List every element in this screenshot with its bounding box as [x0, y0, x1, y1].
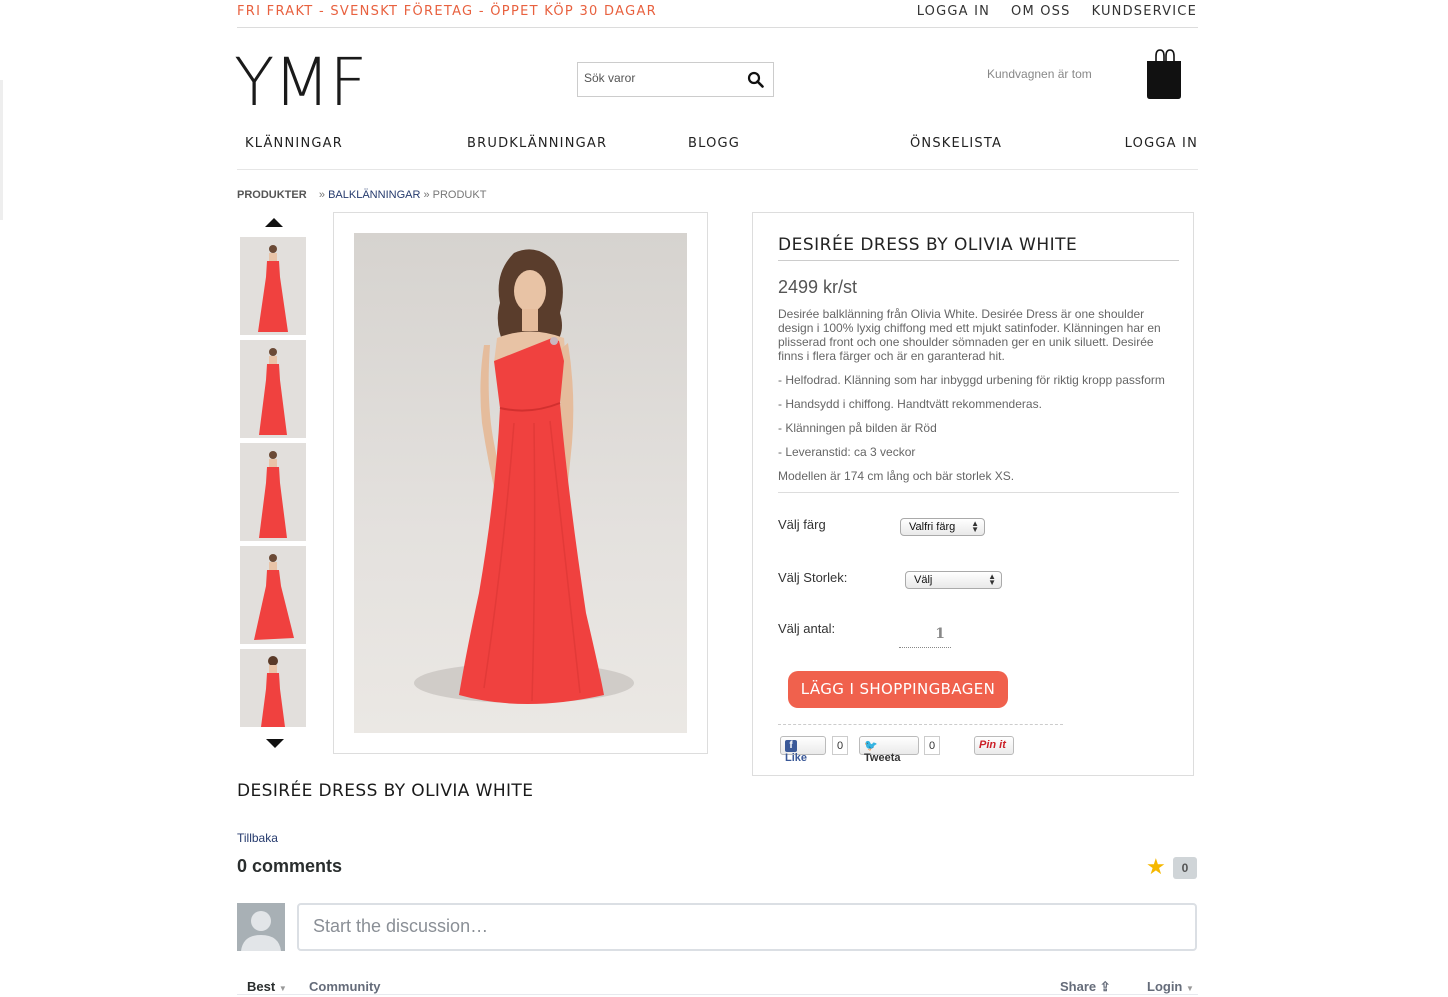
top-divider	[237, 27, 1198, 28]
product-detail: Modellen är 174 cm lång och bär storlek …	[778, 469, 1015, 483]
sort-best-label: Best	[247, 979, 276, 994]
chevron-down-icon: ▼	[1186, 984, 1194, 993]
breadcrumb-category[interactable]: BALKLÄNNINGAR	[328, 189, 420, 201]
color-select[interactable]: Valfri färg ▲ ▼	[900, 518, 985, 536]
top-link-customer-service[interactable]: KUNDSERVICE	[1092, 4, 1197, 19]
search-box	[577, 62, 774, 97]
product-description: Desirée balklänning från Olivia White. D…	[778, 307, 1161, 363]
recommend-count: 0	[1173, 857, 1197, 879]
login-label: Login	[1147, 979, 1183, 994]
main-nav: KLÄNNINGAR BRUDKLÄNNINGAR BLOGG ÖNSKELIS…	[237, 136, 1198, 156]
nav-item-wishlist[interactable]: ÖNSKELISTA	[910, 136, 1002, 151]
share-icon: ⇪	[1099, 979, 1111, 994]
top-links: LOGGA IN OM OSS KUNDSERVICE	[917, 4, 1197, 19]
product-main-image[interactable]	[354, 233, 687, 733]
dress-thumbnail-image	[259, 348, 287, 435]
thumbnail-3[interactable]	[240, 443, 306, 541]
title-divider	[778, 260, 1179, 261]
chevron-down-icon: ▼	[278, 984, 287, 993]
product-detail: - Klänningen på bilden är Röd	[778, 421, 937, 435]
thumbnail-down-arrow-icon[interactable]	[266, 739, 284, 748]
social-divider	[778, 724, 1063, 725]
thumbnail-4[interactable]	[240, 546, 306, 644]
star-icon[interactable]: ★	[1146, 854, 1166, 880]
dress-thumbnail-image	[254, 554, 294, 640]
thumbnail-2[interactable]	[240, 340, 306, 438]
dress-model-image	[414, 249, 634, 704]
like-label: Like	[785, 752, 808, 764]
breadcrumb-products[interactable]: PRODUKTER	[237, 189, 307, 201]
product-info-panel: DESIRÉE DRESS BY OLIVIA WHITE 2499 kr/st…	[752, 212, 1194, 776]
breadcrumb-current: » PRODUKT	[423, 189, 487, 201]
search-input[interactable]	[584, 71, 734, 85]
sort-best-tab[interactable]: Best ▼	[247, 979, 287, 994]
thumbnail-1[interactable]	[240, 237, 306, 335]
details-divider	[778, 492, 1179, 493]
top-link-login[interactable]: LOGGA IN	[917, 4, 990, 19]
product-detail: - Helfodrad. Klänning som har inbyggd ur…	[778, 373, 1165, 387]
breadcrumb: PRODUKTER » BALKLÄNNINGAR » PRODUKT	[237, 189, 486, 201]
tweet-count: 0	[924, 736, 941, 755]
share-button[interactable]: Share ⇪	[1060, 979, 1111, 995]
tweet-label: Tweeta	[864, 752, 901, 764]
twitter-icon: 🐦	[864, 740, 878, 752]
select-arrows-icon: ▲ ▼	[971, 519, 979, 534]
color-label: Välj färg	[778, 517, 826, 532]
tabs-divider	[237, 994, 1198, 995]
size-label: Välj Storlek:	[778, 570, 848, 585]
main-image-frame	[333, 212, 708, 754]
quantity-input[interactable]: 1	[899, 626, 951, 648]
product-detail: - Leveranstid: ca 3 veckor	[778, 445, 916, 459]
product-heading: DESIRÉE DRESS BY OLIVIA WHITE	[237, 781, 534, 801]
community-tab[interactable]: Community	[309, 979, 381, 994]
add-to-bag-button[interactable]: LÄGG I SHOPPINGBAGEN	[788, 671, 1008, 708]
like-count: 0	[832, 736, 849, 755]
product-price: 2499 kr/st	[778, 277, 858, 297]
promo-banner: FRI FRAKT - SVENSKT FÖRETAG - ÖPPET KÖP …	[237, 4, 658, 19]
facebook-like-button[interactable]: f Like	[780, 736, 826, 764]
color-select-value: Valfri färg	[909, 521, 956, 533]
size-select[interactable]: Välj ▲ ▼	[905, 571, 1002, 589]
back-link[interactable]: Tillbaka	[237, 831, 278, 845]
share-label: Share	[1060, 979, 1097, 994]
top-link-about[interactable]: OM OSS	[1011, 4, 1071, 19]
site-logo[interactable]: YMF	[234, 48, 367, 118]
discussion-input[interactable]	[313, 916, 1173, 937]
product-detail: - Handsydd i chiffong. Handtvätt rekomme…	[778, 397, 1042, 411]
nav-item-dresses[interactable]: KLÄNNINGAR	[245, 136, 343, 151]
search-icon[interactable]	[747, 71, 765, 89]
nav-divider	[237, 169, 1198, 170]
facebook-icon: f	[785, 740, 797, 752]
nav-item-wedding-dresses[interactable]: BRUDKLÄNNINGAR	[467, 136, 607, 151]
product-title: DESIRÉE DRESS BY OLIVIA WHITE	[778, 235, 1078, 255]
breadcrumb-separator: »	[318, 189, 326, 201]
cart-status[interactable]: Kundvagnen är tom	[987, 67, 1092, 81]
dress-thumbnail-image	[261, 656, 285, 727]
avatar	[237, 903, 285, 951]
login-dropdown[interactable]: Login ▼	[1147, 979, 1194, 994]
quantity-label: Välj antal:	[778, 621, 836, 636]
nav-item-blog[interactable]: BLOGG	[688, 136, 740, 151]
thumbnail-5[interactable]	[240, 649, 306, 727]
size-select-value: Välj	[914, 574, 933, 586]
discussion-box	[297, 903, 1197, 951]
pinterest-button[interactable]: Pin it	[974, 736, 1014, 755]
shopping-bag-icon[interactable]	[1145, 48, 1183, 100]
tweet-button[interactable]: 🐦 Tweeta	[859, 736, 919, 764]
left-edge-divider	[0, 80, 3, 220]
thumbnail-up-arrow-icon[interactable]	[265, 218, 283, 227]
dress-thumbnail-image	[259, 451, 287, 538]
user-avatar-icon	[241, 911, 281, 951]
nav-item-login[interactable]: LOGGA IN	[1125, 136, 1198, 151]
select-arrows-icon: ▲ ▼	[988, 572, 996, 587]
comments-count: 0 comments	[237, 856, 343, 876]
dress-thumbnail-image	[258, 245, 288, 332]
